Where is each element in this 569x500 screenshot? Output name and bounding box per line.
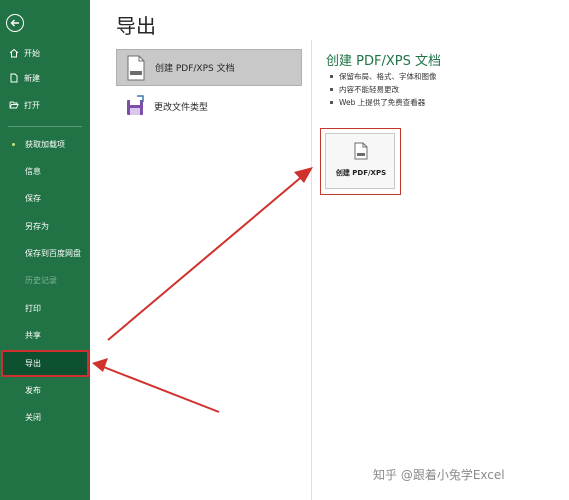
red-arrow-to-export-item (92, 358, 220, 413)
watermark: 知乎 @跟着小兔学Excel (373, 468, 505, 482)
red-arrow-to-create-button (107, 167, 313, 341)
annotation-arrows (92, 167, 313, 413)
